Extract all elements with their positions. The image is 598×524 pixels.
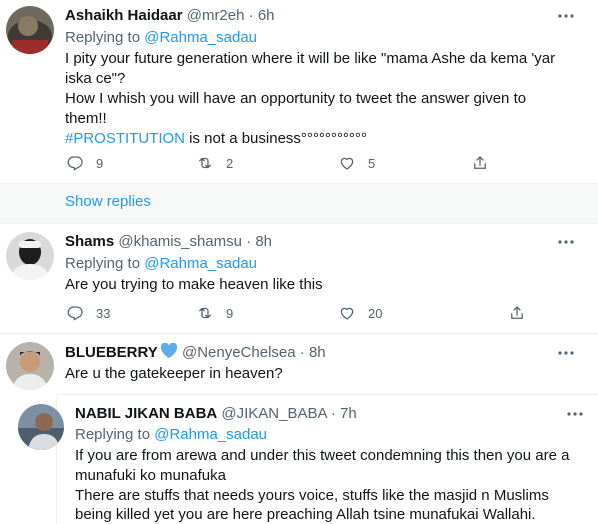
share-icon xyxy=(471,154,489,172)
display-name[interactable]: Shams xyxy=(65,233,114,250)
mention-link[interactable]: @Rahma_sadau xyxy=(144,29,257,46)
share-icon xyxy=(508,304,526,322)
retweet-button[interactable]: 9 xyxy=(196,303,233,323)
like-icon xyxy=(338,154,356,172)
retweet-count: 9 xyxy=(226,305,234,321)
avatar[interactable] xyxy=(6,342,54,390)
timestamp[interactable]: 8h xyxy=(255,233,272,250)
avatar[interactable] xyxy=(6,6,54,54)
tweet-text-line: iska ce"? xyxy=(65,70,126,87)
tweet-text-line: If you are from arewa and under this twe… xyxy=(75,447,570,464)
like-icon xyxy=(338,304,356,322)
tweet-text-line: #PROSTITUTION is not a business°°°°°°°°°… xyxy=(65,130,367,147)
like-count: 5 xyxy=(368,155,376,171)
more-icon[interactable] xyxy=(556,343,576,363)
tweet-text-line: being killed yet you are here preaching … xyxy=(75,506,536,523)
separator-dot: · xyxy=(330,405,336,422)
retweet-icon xyxy=(196,154,214,172)
separator-dot: · xyxy=(299,344,305,361)
show-replies-link[interactable]: Show replies xyxy=(65,192,151,212)
share-button[interactable] xyxy=(471,153,489,173)
blue-heart-emoji xyxy=(160,342,178,365)
user-handle[interactable]: @JIKAN_BABA xyxy=(221,405,326,422)
timestamp[interactable]: 6h xyxy=(258,7,275,24)
tweet-text-line: Are you trying to make heaven like this xyxy=(65,276,323,293)
divider xyxy=(0,183,598,184)
retweet-count: 2 xyxy=(226,155,234,171)
more-icon[interactable] xyxy=(556,6,576,26)
user-handle[interactable]: @NenyeChelsea xyxy=(182,344,296,361)
avatar[interactable] xyxy=(18,404,64,450)
retweet-button[interactable]: 2 xyxy=(196,153,233,173)
reply-count: 33 xyxy=(96,305,111,321)
user-handle[interactable]: @mr2eh xyxy=(187,7,245,24)
timestamp[interactable]: 8h xyxy=(309,344,326,361)
separator-dot: · xyxy=(246,233,252,250)
hashtag-link[interactable]: #PROSTITUTION xyxy=(65,130,185,147)
tweet-text-line: munafuki ko munafuka xyxy=(75,467,226,484)
reply-count: 9 xyxy=(96,155,104,171)
divider xyxy=(0,223,598,224)
retweet-icon xyxy=(196,304,214,322)
display-name[interactable]: NABIL JIKAN BABA xyxy=(75,405,217,422)
reply-button[interactable]: 33 xyxy=(66,303,110,323)
display-name[interactable]: BLUEBERRY xyxy=(65,344,158,361)
tweet-text-line: I pity your future generation where it w… xyxy=(65,50,556,67)
tweet-text-line: How I whish you will have an opportunity… xyxy=(65,90,527,107)
like-button[interactable]: 5 xyxy=(338,153,375,173)
tweet-text-line: There are stuffs that needs yours voice,… xyxy=(75,487,549,504)
tweet-text-line: them!! xyxy=(65,110,107,127)
avatar[interactable] xyxy=(6,232,54,280)
reply-button[interactable]: 9 xyxy=(66,153,103,173)
mention-link[interactable]: @Rahma_sadau xyxy=(144,255,257,272)
user-handle[interactable]: @khamis_shamsu xyxy=(118,233,242,250)
divider xyxy=(0,333,598,334)
more-icon[interactable] xyxy=(556,232,576,252)
separator-dot: · xyxy=(248,7,254,24)
timestamp[interactable]: 7h xyxy=(340,405,357,422)
mention-link[interactable]: @Rahma_sadau xyxy=(154,426,267,443)
like-count: 20 xyxy=(368,305,383,321)
like-button[interactable]: 20 xyxy=(338,303,382,323)
replying-to: Replying to @Rahma_sadau xyxy=(65,255,258,272)
reply-icon xyxy=(66,154,84,172)
tweet-text-line: Are u the gatekeeper in heaven? xyxy=(65,365,283,382)
more-icon[interactable] xyxy=(565,404,585,424)
replying-to: Replying to @Rahma_sadau xyxy=(75,426,268,443)
replying-to: Replying to @Rahma_sadau xyxy=(65,29,258,46)
share-button[interactable] xyxy=(508,303,526,323)
display-name[interactable]: Ashaikh Haidaar xyxy=(65,7,183,24)
reply-icon xyxy=(66,304,84,322)
